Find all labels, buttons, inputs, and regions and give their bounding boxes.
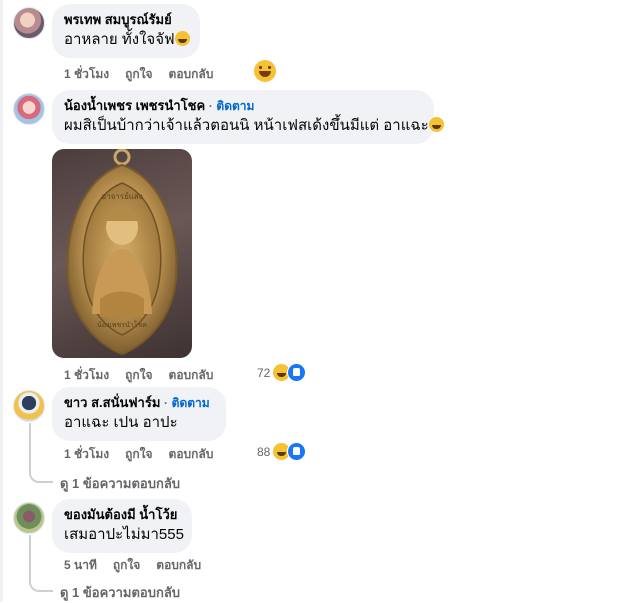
like-button[interactable]: ถูกใจ [125, 447, 152, 461]
reply-button[interactable]: ตอบกลับ [156, 558, 201, 572]
follow-button[interactable]: ติดตาม [172, 396, 210, 410]
comment-author[interactable]: พรเทพ สมบูรณ์รัมย์ [64, 12, 188, 28]
comment-bubble: น้องน้ำเพชร เพชรนำโชค · ติดตาม ผมสิเป็นบ… [52, 90, 444, 144]
view-replies-link[interactable]: ดู 1 ข้อความตอบกลับ [60, 473, 180, 494]
avatar[interactable] [13, 93, 45, 125]
laughing-emoji-icon [174, 31, 190, 46]
comment-time[interactable]: 5 นาที [64, 558, 97, 572]
reply-button[interactable]: ตอบกลับ [169, 368, 214, 382]
comment-time[interactable]: 1 ชั่วโมง [64, 67, 109, 81]
comment-actions: 1 ชั่วโมง ถูกใจ ตอบกลับ [64, 65, 229, 84]
follow-button[interactable]: ติดตาม [216, 99, 254, 113]
view-replies-link[interactable]: ดู 1 ข้อความตอบกลับ [60, 582, 180, 603]
avatar[interactable] [13, 7, 45, 39]
separator-dot: · [208, 99, 213, 113]
like-button[interactable]: ถูกใจ [113, 558, 140, 572]
laughing-emoji-icon [428, 117, 444, 132]
comment-actions: 1 ชั่วโมง ถูกใจ ตอบกลับ [64, 366, 229, 385]
like-button[interactable]: ถูกใจ [125, 67, 152, 81]
comment-text: อาแฉะ เปน อาปะ [64, 414, 178, 431]
comment-author[interactable]: น้องน้ำเพชร เพชรนำโชค [64, 98, 205, 113]
comment-actions: 1 ชั่วโมง ถูกใจ ตอบกลับ [64, 445, 229, 464]
comment-time[interactable]: 1 ชั่วโมง [64, 368, 109, 382]
view-replies-label: ดู 1 ข้อความตอบกลับ [60, 476, 181, 491]
reaction-count: 88 [257, 444, 271, 459]
comment-photo[interactable]: อาจารย์แสง น้องเพชรนำโชค [52, 149, 192, 358]
reaction-summary[interactable]: 72 [257, 363, 307, 382]
comment-text-content: อาหลาย ทั้งใจจัฟ [64, 31, 175, 48]
reply-button[interactable]: ตอบกลับ [169, 67, 214, 81]
reply-thread-line [29, 423, 53, 483]
comment-author-line: น้องน้ำเพชร เพชรนำโชค · ติดตาม [64, 98, 422, 114]
comment-actions: 5 นาที ถูกใจ ตอบกลับ [64, 556, 217, 575]
view-replies-label: ดู 1 ข้อความตอบกลับ [60, 585, 181, 600]
comment-text-content: ผมสิเป็นบ้ากว่าเจ้าแล้วตอนนิ หน้าเฟสเด้ง… [64, 117, 429, 134]
reaction-count: 72 [257, 365, 271, 380]
amulet-bottom-label: น้องเพชรนำโชค [97, 320, 147, 329]
comment-bubble: พรเทพ สมบูรณ์รัมย์ อาหลาย ทั้งใจจัฟ [52, 4, 200, 58]
like-reaction-icon [287, 363, 307, 382]
separator-dot: · [164, 396, 169, 410]
comment-text: เสมอาปะไม่มา555 [64, 526, 184, 543]
like-reaction-icon [287, 442, 307, 461]
comment-bubble: ขาว ส.สนั่นฟาร์ม · ติดตาม อาแฉะ เปน อาปะ [52, 387, 226, 441]
reply-thread-line [29, 535, 53, 592]
like-button[interactable]: ถูกใจ [125, 368, 152, 382]
comment-author[interactable]: ของมันต้องมี น้ำโว้ย [64, 507, 180, 523]
comment-text: ผมสิเป็นบ้ากว่าเจ้าแล้วตอนนิ หน้าเฟสเด้ง… [64, 116, 444, 136]
amulet-top-label: อาจารย์แสง [101, 191, 143, 201]
amulet-image: อาจารย์แสง น้องเพชรนำโชค [66, 149, 178, 356]
reply-button[interactable]: ตอบกลับ [169, 447, 214, 461]
grinning-emoji-icon[interactable] [254, 60, 276, 82]
avatar[interactable] [13, 390, 45, 422]
comment-text: อาหลาย ทั้งใจจัฟ [64, 30, 190, 50]
comment-author[interactable]: ขาว ส.สนั่นฟาร์ม [64, 395, 160, 410]
avatar[interactable] [13, 502, 45, 534]
reaction-summary[interactable]: 88 [257, 442, 307, 461]
comment-bubble: ของมันต้องมี น้ำโว้ย เสมอาปะไม่มา555 [52, 499, 192, 553]
comment-author-line: ขาว ส.สนั่นฟาร์ม · ติดตาม [64, 395, 214, 411]
left-border [0, 0, 3, 602]
comment-time[interactable]: 1 ชั่วโมง [64, 447, 109, 461]
